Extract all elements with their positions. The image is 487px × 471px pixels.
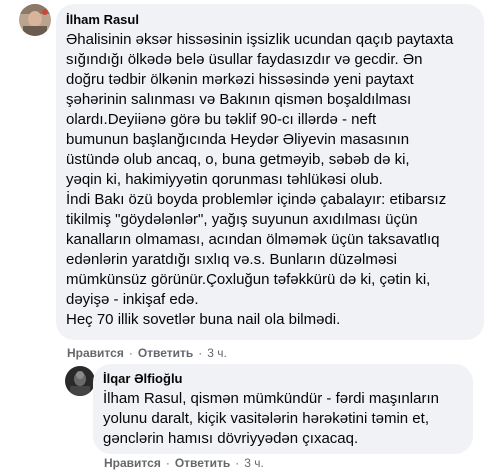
comment-line: Heç 70 illik sovetlər buna nail ola bilm… (66, 311, 341, 328)
comment-line: olardı.Deyiiənə görə bu təklif 90-cı ill… (66, 111, 377, 128)
reply-line: İlham Rasul, qismən mümkündür - fərdi ma… (103, 390, 439, 407)
comment-author-avatar[interactable] (19, 4, 51, 36)
reply-bubble: İlqar Əlfioğlu İlham Rasul, qismən mümkü… (93, 364, 473, 454)
comment-bubble: İlham Rasul Əhalisinin əksər hissəsinin … (56, 4, 484, 340)
comment-line: tikilmiş "göydələnlər", yağış suyunun ax… (66, 211, 418, 228)
separator-dot: · (198, 346, 203, 360)
comment-actions: Нравится · Ответить · 3 ч. (67, 345, 227, 361)
comment-line: şəhərinin salınması və Bakının qismən bo… (66, 91, 412, 108)
reply-line: gənclərin hamısı dövriyyədən çıxacaq. (103, 430, 359, 447)
comment-like-button[interactable]: Нравится (67, 346, 124, 360)
comment-line: mümkünsüz görünür.Çoxluğun təfəkkürü də … (66, 271, 431, 288)
comment-line: kanalların olmaması, acından ölməmək üçü… (66, 231, 440, 248)
comment-reply-button[interactable]: Ответить (138, 346, 193, 360)
comment-line: İndi Bakı özü boyda problemlər içində ça… (66, 191, 447, 208)
reply-line: yolunu daralt, kiçik vasitələrin hərəkət… (103, 410, 429, 427)
comment-timestamp[interactable]: 3 ч. (207, 346, 227, 360)
comment-line: edənlərin yaratdığı sıxlıq və.s. Bunları… (66, 251, 398, 268)
reply-text: İlham Rasul, qismən mümkündür - fərdi ma… (103, 389, 463, 449)
separator-dot: · (128, 346, 133, 360)
comment-line: üstündə olub ancaq, o, buna getməyib, sə… (66, 151, 410, 168)
comment-text: Əhalisinin əksər hissəsinin işsizlik ucu… (66, 30, 474, 330)
avatar-photo-icon (65, 366, 95, 396)
comment-line: dəyişə - inkişaf edə. (66, 291, 199, 308)
comment-author-name[interactable]: İlham Rasul (66, 12, 474, 28)
reply-actions: Нравится · Ответить · 3 ч. (104, 455, 264, 471)
avatar-photo-icon (19, 4, 51, 36)
comment-line: sığındığı ölkədə belə üsullar faydasızdı… (66, 51, 423, 68)
comment-line: doğru tədbir ölkənin mərkəzi hissəsində … (66, 71, 414, 88)
comment-line: bumunun başlanğıcında Heydər Əliyevin ma… (66, 131, 410, 148)
comment-line: Əhalisinin əksər hissəsinin işsizlik ucu… (66, 31, 454, 48)
reply-author-name[interactable]: İlqar Əlfioğlu (103, 371, 463, 387)
reply-author-avatar[interactable] (65, 366, 95, 396)
comment-line: yəqin ki, hakimiyyətin qorunması təhlükə… (66, 171, 383, 188)
